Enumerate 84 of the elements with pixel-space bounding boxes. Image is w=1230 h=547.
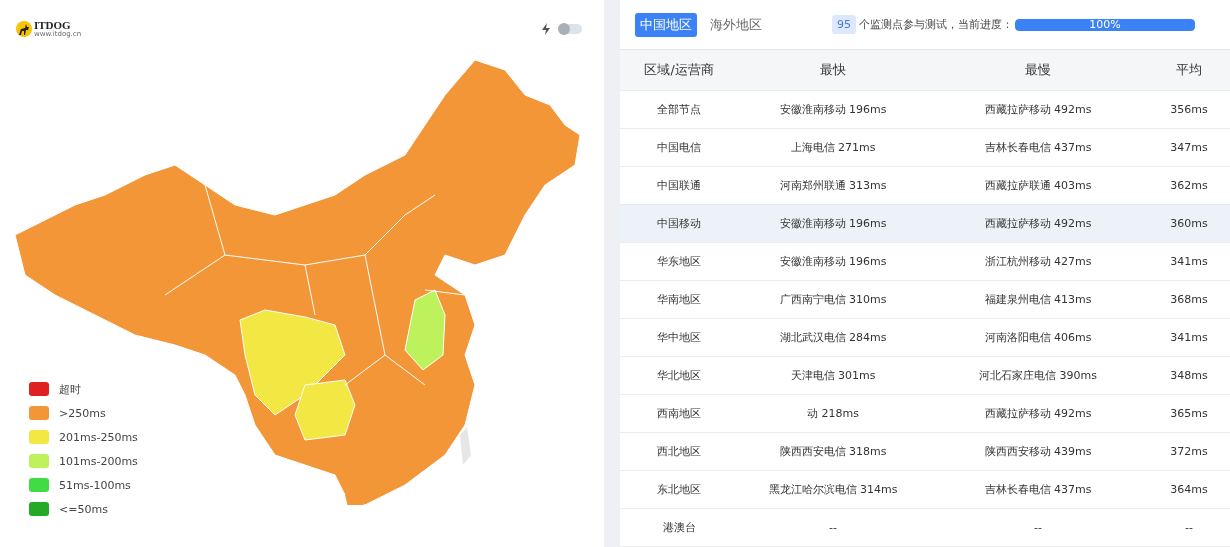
table-cell-text: 河南洛阳电信 406ms [983, 330, 1093, 345]
table-cell-text: 河南郑州联通 313ms [778, 178, 888, 193]
table-cell-text: 河北石家庄电信 390ms [978, 368, 1098, 383]
column-header: 平均 [1175, 61, 1203, 79]
legend-label[interactable]: >250ms [59, 406, 106, 420]
table-cell-text: 中国联通 [656, 178, 702, 193]
table-cell-text: 陕西西安移动 439ms [983, 444, 1093, 459]
legend-label[interactable]: 超时 [59, 381, 81, 397]
table-cell-text: 全部节点 [656, 102, 702, 117]
table-cell-text: 黑龙江哈尔滨电信 314ms [767, 482, 899, 497]
table-cell-text: 西藏拉萨移动 492ms [983, 216, 1093, 231]
table-cell-text: 341ms [1169, 255, 1209, 268]
table-cell-text: 广西南宁电信 310ms [778, 292, 888, 307]
table-cell-text: 西北地区 [656, 444, 702, 459]
legend-label[interactable]: 51ms-100ms [59, 478, 131, 492]
table-row[interactable]: 华中地区 湖北武汉电信 284ms 河南洛阳电信 406ms 341ms [620, 319, 1230, 357]
table-cell-text: 368ms [1169, 293, 1209, 306]
legend-swatch[interactable] [29, 502, 49, 516]
logo-text: ITDOG [34, 20, 72, 31]
table-cell-text: 348ms [1169, 369, 1209, 382]
table-cell-text: 341ms [1169, 331, 1209, 344]
table-cell-text: -- [1184, 521, 1194, 534]
legend-label[interactable]: <=50ms [59, 502, 108, 516]
legend-swatch[interactable] [29, 454, 49, 468]
table-cell-text: 西藏拉萨移动 492ms [983, 406, 1093, 421]
table-cell-text: 347ms [1169, 141, 1209, 154]
lightning-icon [542, 23, 550, 35]
column-header: 最快 [819, 61, 847, 79]
table-cell-text: 动 218ms [806, 406, 860, 421]
table-cell-text: 安徽淮南移动 196ms [778, 254, 888, 269]
table-cell-text: 中国电信 [656, 140, 702, 155]
region-tab[interactable]: 中国地区 [635, 12, 697, 37]
table-cell-text: 362ms [1169, 179, 1209, 192]
table-cell-text: 西藏拉萨移动 492ms [983, 102, 1093, 117]
column-header: 最慢 [1024, 61, 1052, 79]
table-cell-text: 西南地区 [656, 406, 702, 421]
legend-swatch[interactable] [29, 406, 49, 420]
table-cell-text: 安徽淮南移动 196ms [778, 216, 888, 231]
region-tab[interactable]: 海外地区 [705, 12, 767, 37]
table-cell-text: 上海电信 271ms [789, 140, 877, 155]
table-cell-text: 华东地区 [656, 254, 702, 269]
table-row[interactable]: 全部节点 安徽淮南移动 196ms 西藏拉萨移动 492ms 356ms [620, 91, 1230, 129]
table-cell-text: 华北地区 [656, 368, 702, 383]
table-cell-text: 365ms [1169, 407, 1209, 420]
table-cell-text: 湖北武汉电信 284ms [778, 330, 888, 345]
table-row[interactable]: 中国移动 安徽淮南移动 196ms 西藏拉萨移动 492ms 360ms [620, 205, 1230, 243]
table-cell-text: 360ms [1169, 217, 1209, 230]
table-row[interactable]: 东北地区 黑龙江哈尔滨电信 314ms 吉林长春电信 437ms 364ms [620, 471, 1230, 509]
table-cell-text: 陕西西安电信 318ms [778, 444, 888, 459]
toggle-switch[interactable] [558, 24, 582, 34]
table-cell-text: 吉林长春电信 437ms [983, 482, 1093, 497]
table-cell-text: 东北地区 [656, 482, 702, 497]
table-row[interactable]: 港澳台 -- -- -- [620, 509, 1230, 547]
progress-label: 个监测点参与测试，当前进度： [859, 17, 1013, 32]
table-cell-text: 中国移动 [656, 216, 702, 231]
table-cell-text: 福建泉州电信 413ms [983, 292, 1093, 307]
table-cell-text: 华南地区 [656, 292, 702, 307]
table-cell-text: 356ms [1169, 103, 1209, 116]
table-row[interactable]: 华北地区 天津电信 301ms 河北石家庄电信 390ms 348ms [620, 357, 1230, 395]
table-cell-text: 安徽淮南移动 196ms [778, 102, 888, 117]
table-cell-text: 372ms [1169, 445, 1209, 458]
table-row[interactable]: 西南地区 动 218ms 西藏拉萨移动 492ms 365ms [620, 395, 1230, 433]
table-row[interactable]: 中国电信 上海电信 271ms 吉林长春电信 437ms 347ms [620, 129, 1230, 167]
table-cell-text: 吉林长春电信 437ms [983, 140, 1093, 155]
legend-swatch[interactable] [29, 478, 49, 492]
column-header: 区域/运营商 [643, 61, 715, 79]
legend-label[interactable]: 201ms-250ms [59, 430, 138, 444]
table-row[interactable]: 华南地区 广西南宁电信 310ms 福建泉州电信 413ms 368ms [620, 281, 1230, 319]
progress-fill: 100% [1015, 18, 1195, 31]
dog-logo-icon [16, 21, 32, 37]
table-cell-text: 港澳台 [661, 520, 697, 535]
table-cell-text: 浙江杭州移动 427ms [983, 254, 1093, 269]
node-count-badge: 95 [832, 15, 856, 34]
table-row[interactable]: 西北地区 陕西西安电信 318ms 陕西西安移动 439ms 372ms [620, 433, 1230, 471]
table-cell-text: 华中地区 [656, 330, 702, 345]
table-cell-text: 西藏拉萨联通 403ms [983, 178, 1093, 193]
table-row[interactable]: 华东地区 安徽淮南移动 196ms 浙江杭州移动 427ms 341ms [620, 243, 1230, 281]
legend-swatch[interactable] [29, 382, 49, 396]
table-cell-text: 天津电信 301ms [789, 368, 877, 383]
table-cell-text: -- [1033, 521, 1043, 534]
table-cell-text: -- [828, 521, 838, 534]
legend-swatch[interactable] [29, 430, 49, 444]
table-cell-text: 364ms [1169, 483, 1209, 496]
legend-label[interactable]: 101ms-200ms [59, 454, 138, 468]
